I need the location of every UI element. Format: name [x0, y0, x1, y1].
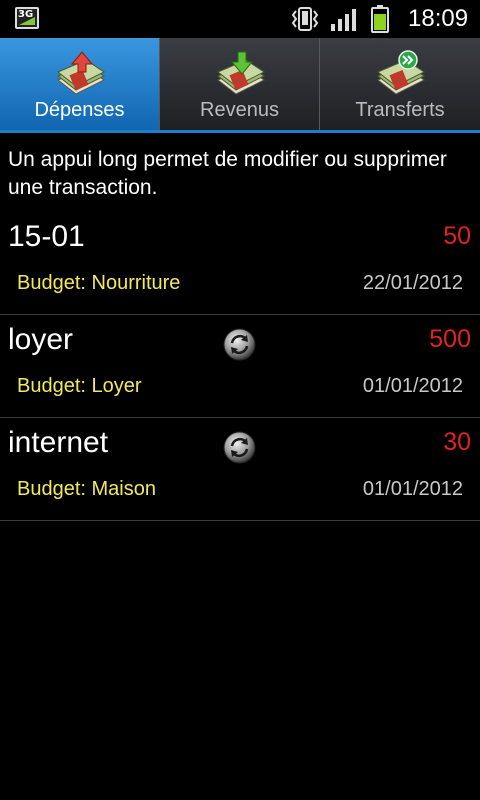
transaction-list: 15-01 50 Budget: Nourriture 22/01/2012 l…: [0, 212, 480, 521]
transaction-row[interactable]: 15-01 50 Budget: Nourriture 22/01/2012: [0, 212, 480, 315]
transaction-amount: 30: [443, 428, 471, 456]
clock: 18:09: [408, 5, 469, 32]
network-3g-icon: 3G: [15, 7, 39, 29]
transaction-date: 01/01/2012: [362, 478, 463, 500]
battery-icon: [371, 5, 389, 33]
hint-text: Un appui long permet de modifier ou supp…: [8, 148, 447, 199]
transaction-name: internet: [8, 426, 109, 459]
recurring-icon: [223, 328, 256, 361]
money-down-icon: [216, 51, 265, 95]
tab-revenus[interactable]: Revenus: [160, 38, 320, 130]
tab-transferts[interactable]: Transferts: [320, 38, 480, 130]
recurring-icon: [223, 431, 256, 464]
transaction-date: 22/01/2012: [362, 272, 463, 294]
vibrate-icon: [291, 7, 319, 31]
transaction-name: loyer: [8, 323, 74, 356]
transaction-budget: Budget: Loyer: [17, 375, 142, 397]
tab-depenses[interactable]: Dépenses: [0, 38, 160, 130]
transaction-date: 01/01/2012: [362, 375, 463, 397]
status-bar: 3G 18:09: [0, 0, 480, 38]
money-transfer-icon: [377, 50, 425, 95]
tab-depenses-label: Dépenses: [34, 99, 125, 121]
transaction-row[interactable]: internet 30 Budget: Maison 01/01/2012: [0, 418, 480, 521]
tab-revenus-label: Revenus: [200, 99, 279, 121]
transaction-budget: Budget: Nourriture: [17, 272, 181, 294]
tab-bar: Dépenses Revenus Transferts: [0, 38, 480, 133]
tab-transferts-label: Transferts: [355, 99, 445, 121]
signal-strength-icon: [331, 9, 356, 31]
transaction-amount: 50: [443, 222, 471, 250]
money-up-icon: [56, 51, 105, 95]
transaction-amount: 500: [429, 325, 471, 353]
transaction-name: 15-01: [8, 220, 85, 253]
transaction-budget: Budget: Maison: [17, 478, 156, 500]
transaction-row[interactable]: loyer 500 Budget: Loyer 01/01/2012: [0, 315, 480, 418]
